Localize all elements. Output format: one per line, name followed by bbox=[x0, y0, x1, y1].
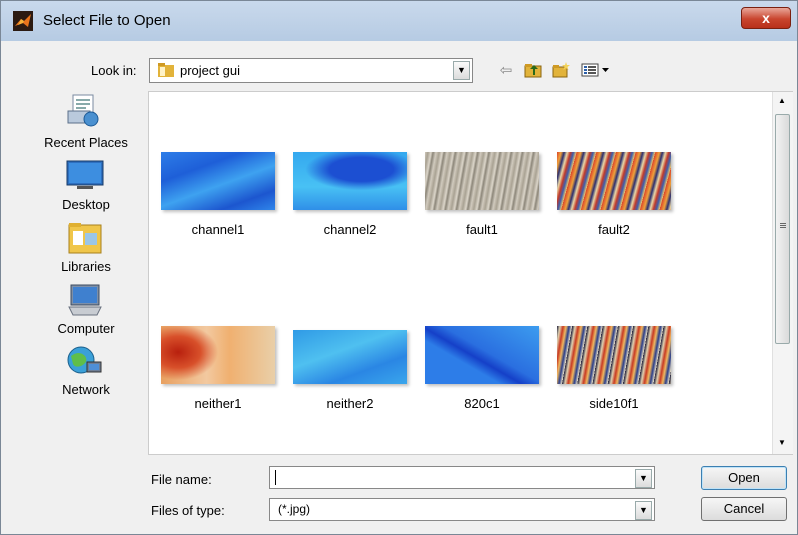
file-tile-channel2[interactable]: channel2 bbox=[293, 152, 407, 242]
look-in-label: Look in: bbox=[91, 63, 137, 78]
thumbnail-image bbox=[425, 152, 539, 210]
look-in-dropdown[interactable]: project gui ▼ bbox=[149, 58, 473, 83]
file-name: fault1 bbox=[466, 222, 498, 237]
close-button[interactable]: x bbox=[741, 7, 791, 29]
file-type-value: (*.jpg) bbox=[278, 502, 311, 516]
computer-icon bbox=[68, 284, 102, 316]
title-bar[interactable]: Select File to Open x bbox=[1, 1, 797, 41]
file-name: side10f1 bbox=[589, 396, 639, 411]
file-name: channel1 bbox=[191, 222, 245, 237]
file-tile-side10f1[interactable]: side10f1 bbox=[557, 326, 671, 416]
new-folder-icon[interactable] bbox=[549, 59, 573, 81]
libraries-icon bbox=[68, 223, 102, 254]
file-tile-820c1[interactable]: 820c1 bbox=[425, 326, 539, 416]
close-icon: x bbox=[762, 10, 770, 26]
file-name-label: File name: bbox=[151, 472, 212, 487]
thumbnail-image bbox=[293, 330, 407, 384]
place-computer[interactable]: Computer bbox=[31, 283, 141, 338]
cancel-button[interactable]: Cancel bbox=[701, 497, 787, 521]
place-label: Desktop bbox=[62, 197, 110, 212]
file-tile-fault2[interactable]: fault2 bbox=[557, 152, 671, 242]
view-menu-icon[interactable] bbox=[579, 59, 613, 81]
matlab-icon bbox=[13, 11, 33, 31]
thumbnail-image bbox=[557, 152, 671, 210]
text-cursor bbox=[275, 470, 276, 485]
folder-icon bbox=[158, 63, 174, 77]
file-name: neither2 bbox=[326, 396, 374, 411]
file-name: neither1 bbox=[194, 396, 242, 411]
thumbnail-image bbox=[161, 326, 275, 384]
up-folder-icon[interactable] bbox=[521, 59, 545, 81]
scroll-down-icon[interactable]: ▼ bbox=[778, 438, 786, 447]
look-in-value: project gui bbox=[180, 63, 240, 78]
file-tile-channel1[interactable]: channel1 bbox=[161, 152, 275, 242]
thumbnail-image bbox=[425, 326, 539, 384]
open-button[interactable]: Open bbox=[701, 466, 787, 490]
place-desktop[interactable]: Desktop bbox=[31, 159, 141, 214]
thumbnail-image bbox=[557, 326, 671, 384]
file-name: channel2 bbox=[323, 222, 377, 237]
chevron-down-icon[interactable]: ▼ bbox=[635, 501, 652, 520]
desktop-icon bbox=[66, 160, 104, 189]
place-label: Libraries bbox=[61, 259, 111, 274]
file-name-input[interactable]: ▼ bbox=[269, 466, 655, 489]
place-libraries[interactable]: Libraries bbox=[31, 221, 141, 276]
place-label: Computer bbox=[57, 321, 115, 336]
file-open-dialog: Select File to Open x Look in: project g… bbox=[0, 0, 798, 535]
place-recent-places[interactable]: Recent Places bbox=[31, 93, 141, 153]
scroll-thumb[interactable] bbox=[775, 114, 790, 344]
file-type-select[interactable]: (*.jpg) ▼ bbox=[269, 498, 655, 521]
window-title: Select File to Open bbox=[43, 12, 171, 29]
chevron-down-icon[interactable]: ▼ bbox=[453, 61, 470, 80]
thumbnail-image bbox=[161, 152, 275, 210]
place-label: Network bbox=[62, 382, 110, 397]
vertical-scrollbar[interactable]: ▲ ▼ bbox=[772, 92, 793, 454]
file-name: 820c1 bbox=[464, 396, 500, 411]
thumbnail-image bbox=[293, 152, 407, 210]
back-icon[interactable]: ⇦ bbox=[495, 59, 517, 81]
place-network[interactable]: Network bbox=[31, 344, 141, 399]
network-icon bbox=[67, 346, 102, 374]
file-tile-neither1[interactable]: neither1 bbox=[161, 326, 275, 416]
file-tile-neither2[interactable]: neither2 bbox=[293, 330, 407, 416]
file-tile-fault1[interactable]: fault1 bbox=[425, 152, 539, 242]
file-type-label: Files of type: bbox=[151, 503, 225, 518]
file-list[interactable]: channel1 channel2 fault1 fault2 neither1… bbox=[148, 91, 793, 455]
scroll-up-icon[interactable]: ▲ bbox=[778, 96, 786, 105]
file-name: fault2 bbox=[598, 222, 630, 237]
place-label: Recent Places bbox=[44, 135, 128, 150]
chevron-down-icon[interactable]: ▼ bbox=[635, 469, 652, 488]
recent-places-icon bbox=[67, 94, 99, 127]
